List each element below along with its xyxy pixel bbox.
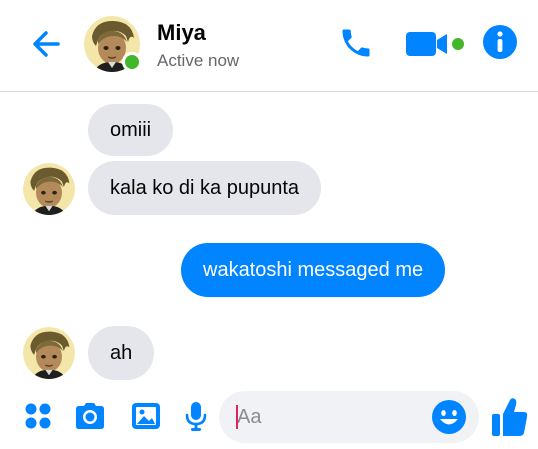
text-caret (236, 405, 238, 429)
online-status-dot (122, 52, 142, 72)
contact-name[interactable]: Miya (157, 20, 206, 46)
info-button[interactable] (482, 24, 518, 60)
avatar[interactable] (23, 163, 75, 215)
gallery-button[interactable] (128, 396, 164, 436)
audio-call-button[interactable] (335, 22, 377, 64)
smiley-icon (432, 400, 466, 434)
active-status: Active now (157, 51, 240, 70)
camera-icon (76, 403, 104, 429)
camera-button[interactable] (72, 396, 108, 436)
like-button[interactable] (490, 396, 530, 438)
thumbs-up-icon (492, 398, 528, 436)
arrow-left-icon (33, 31, 60, 57)
microphone-icon (185, 402, 207, 431)
message-input[interactable] (237, 391, 427, 443)
back-button[interactable] (28, 26, 64, 62)
message-bubble-outgoing[interactable]: wakatoshi messaged me (181, 243, 446, 297)
more-actions-button[interactable] (20, 396, 56, 436)
four-dots-icon (25, 403, 51, 429)
message-bubble-incoming[interactable]: kala ko di ka pupunta (88, 161, 322, 215)
message-bubble-incoming[interactable]: omiii (88, 104, 174, 156)
voice-message-button[interactable] (178, 396, 214, 436)
message-input-container[interactable] (219, 391, 479, 443)
image-icon (132, 403, 160, 429)
conversation-header: Miya Active now (0, 0, 538, 92)
avatar[interactable] (23, 327, 75, 379)
message-bubble-incoming[interactable]: ah (88, 326, 155, 380)
video-camera-icon (406, 32, 464, 56)
emoji-button[interactable] (431, 399, 467, 435)
phone-icon (342, 29, 370, 57)
contact-avatar[interactable] (84, 16, 142, 72)
video-call-button[interactable] (404, 24, 470, 64)
info-icon (483, 25, 517, 59)
